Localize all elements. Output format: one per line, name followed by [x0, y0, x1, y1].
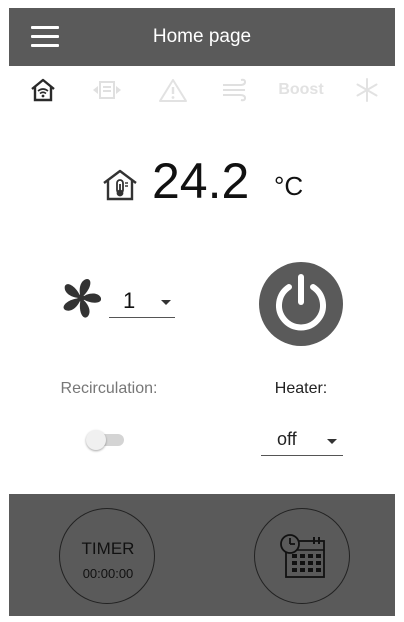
heater-label: Heater:: [274, 380, 328, 397]
recirculation-toggle[interactable]: [86, 430, 126, 450]
heater-select[interactable]: off: [261, 426, 343, 456]
airflow-icon: [223, 78, 247, 102]
tab-cooling[interactable]: [347, 74, 387, 106]
power-icon: [276, 274, 326, 331]
tab-bar: Boost: [9, 74, 395, 106]
tab-ventilation[interactable]: [87, 74, 127, 106]
tab-airflow[interactable]: [215, 74, 255, 106]
tab-boost-label: Boost: [278, 81, 324, 98]
chevron-down-icon: [327, 439, 337, 444]
warning-icon: [159, 79, 187, 102]
ventilation-unit-icon: [93, 81, 121, 99]
fan-icon: [63, 279, 101, 318]
temperature-value: 24.2: [152, 153, 250, 209]
bottom-bar: TIMER 00:00:00: [9, 494, 395, 616]
fan-speed-value: 1: [123, 288, 136, 313]
recirculation-label: Recirculation:: [60, 380, 158, 397]
toggle-knob: [86, 430, 106, 450]
temperature-unit: °C: [274, 171, 304, 201]
timer-value: 00:00:00: [82, 566, 134, 581]
tab-boost[interactable]: Boost: [273, 74, 329, 106]
snowflake-icon: [356, 78, 378, 102]
schedule-calendar-icon: [280, 534, 325, 578]
page-title: Home page: [152, 26, 252, 47]
app-header: Home page: [9, 8, 395, 66]
timer-label: TIMER: [81, 539, 135, 558]
tab-warnings[interactable]: [153, 74, 193, 106]
timer-button[interactable]: TIMER 00:00:00: [59, 508, 155, 604]
fan-speed-select[interactable]: 1: [109, 286, 175, 318]
home-thermometer-icon: [103, 169, 137, 201]
home-wifi-icon: [31, 78, 55, 102]
tab-home[interactable]: [23, 74, 63, 106]
heater-value: off: [277, 429, 297, 449]
app-screen: Home page Boost 24.2 °C 1 Recirculation:…: [9, 8, 395, 616]
schedule-button[interactable]: [254, 508, 350, 604]
power-button[interactable]: [259, 262, 343, 346]
chevron-down-icon: [161, 300, 171, 305]
